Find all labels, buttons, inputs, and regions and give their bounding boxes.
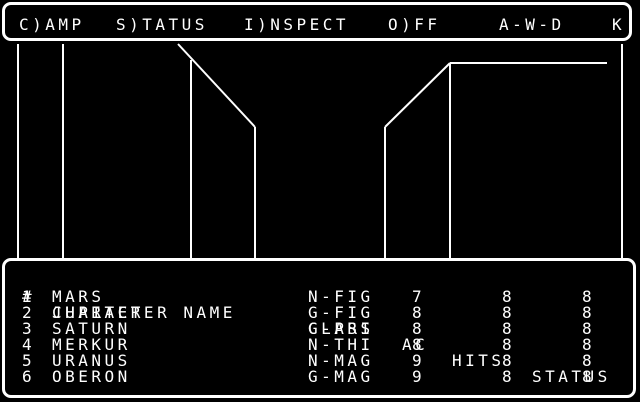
status-command[interactable]: S)TATUS bbox=[116, 17, 208, 33]
position-readout: A-W-D bbox=[499, 15, 565, 34]
character-row[interactable]: 6 OBERON G-MAG 9 8 8 bbox=[5, 369, 633, 385]
inspect-command[interactable]: I)NSPECT bbox=[244, 17, 349, 33]
camp-command[interactable]: C)AMP bbox=[19, 17, 85, 33]
character-status: 8 bbox=[582, 367, 596, 386]
character-class: G-MAG bbox=[308, 367, 374, 386]
corridor-left-diagonal bbox=[177, 43, 256, 128]
command-menu-bar: C)AMP S)TATUS I)NSPECT O)FF A-W-D K bbox=[2, 2, 632, 41]
character-ac: 9 bbox=[412, 367, 426, 386]
character-number: 6 bbox=[22, 367, 36, 386]
facing-indicator: K bbox=[612, 15, 626, 34]
off-command[interactable]: O)FF bbox=[388, 17, 441, 33]
character-hits: 8 bbox=[502, 367, 516, 386]
party-roster-panel: # CHARACTER NAME CLASS AC HITS STATUS 1M… bbox=[2, 258, 636, 398]
character-name: OBERON bbox=[52, 367, 131, 386]
corridor-right-diagonal bbox=[384, 62, 451, 128]
